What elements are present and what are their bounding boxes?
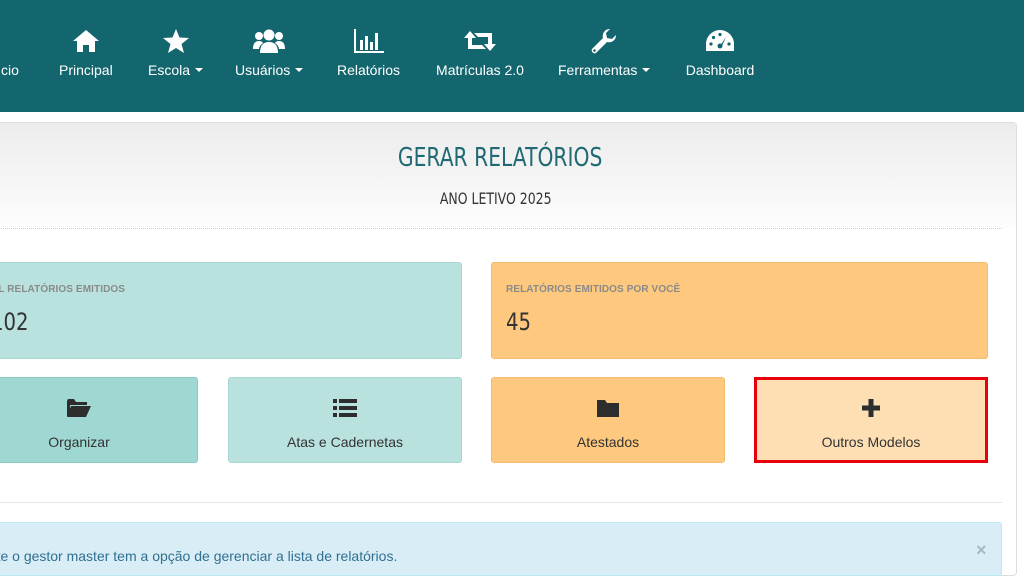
star-icon xyxy=(162,26,190,56)
nav-item-usuarios[interactable]: Usuários xyxy=(235,26,304,86)
header-divider xyxy=(0,228,1002,229)
dashboard-icon xyxy=(685,26,755,56)
total-reports-value: 102 xyxy=(0,308,29,336)
nav-item-inicio[interactable]: cio xyxy=(0,26,20,86)
atestados-label: Atestados xyxy=(576,434,640,450)
nav-item-label: Ferramentas xyxy=(558,62,638,78)
nav-item-principal[interactable]: Principal xyxy=(59,26,113,86)
total-reports-label: AL RELATÓRIOS EMITIDOS xyxy=(0,284,126,295)
nav-item-label: cio xyxy=(1,62,19,78)
nav-item-escola[interactable]: Escola xyxy=(148,26,204,86)
info-alert-message: ente o gestor master tem a opção de gere… xyxy=(0,548,398,564)
total-reports-card: AL RELATÓRIOS EMITIDOS 102 xyxy=(0,262,462,359)
nav-item-matriculas[interactable]: Matrículas 2.0 xyxy=(436,26,524,86)
nav-item-label: Principal xyxy=(59,62,113,78)
outros-modelos-label: Outros Modelos xyxy=(821,434,921,450)
list-icon xyxy=(333,396,357,420)
nav-item-label: Relatórios xyxy=(337,62,401,78)
info-alert-text: ente o gestor master tem a opção de gere… xyxy=(0,548,416,564)
top-navbar: cio Principal Escola Usuários Relatórios… xyxy=(0,0,1024,112)
retweet-icon xyxy=(436,26,524,56)
nav-item-label: Escola xyxy=(148,62,191,78)
chevron-down-icon xyxy=(295,68,304,72)
close-icon[interactable]: × xyxy=(976,540,987,561)
organizar-label: Organizar xyxy=(48,434,110,450)
chevron-down-icon xyxy=(642,68,651,72)
your-reports-card: RELATÓRIOS EMITIDOS POR VOCÊ 45 xyxy=(491,262,988,359)
nav-item-label: Usuários xyxy=(235,62,291,78)
wrench-icon xyxy=(558,26,650,56)
outros-modelos-button[interactable]: Outros Modelos xyxy=(754,377,988,463)
nav-item-dashboard[interactable]: Dashboard xyxy=(685,26,755,86)
panel-header xyxy=(0,123,1016,228)
organizar-button[interactable]: Organizar xyxy=(0,377,198,463)
your-reports-label: RELATÓRIOS EMITIDOS POR VOCÊ xyxy=(506,284,681,295)
folder-icon xyxy=(596,396,620,420)
chevron-down-icon xyxy=(195,68,204,72)
atas-e-cadernetas-button[interactable]: Atas e Cadernetas xyxy=(228,377,462,463)
home-icon xyxy=(72,26,100,56)
info-alert: ente o gestor master tem a opção de gere… xyxy=(0,522,1002,576)
nav-item-relatorios[interactable]: Relatórios xyxy=(337,26,400,86)
section-divider xyxy=(0,502,1002,503)
school-year-subtitle: ANO LETIVO 2025 xyxy=(439,189,552,208)
atas-e-cadernetas-label: Atas e Cadernetas xyxy=(287,434,403,450)
bar-chart-icon xyxy=(353,26,385,56)
your-reports-value: 45 xyxy=(506,308,532,336)
nav-item-ferramentas[interactable]: Ferramentas xyxy=(558,26,651,86)
users-icon xyxy=(253,26,286,56)
plus-icon xyxy=(861,396,881,420)
folder-open-icon xyxy=(66,396,92,420)
page-title: GERAR RELATÓRIOS xyxy=(397,143,603,173)
nav-item-label: Matrículas 2.0 xyxy=(436,62,524,78)
nav-item-label: Dashboard xyxy=(685,62,755,78)
atestados-button[interactable]: Atestados xyxy=(491,377,725,463)
